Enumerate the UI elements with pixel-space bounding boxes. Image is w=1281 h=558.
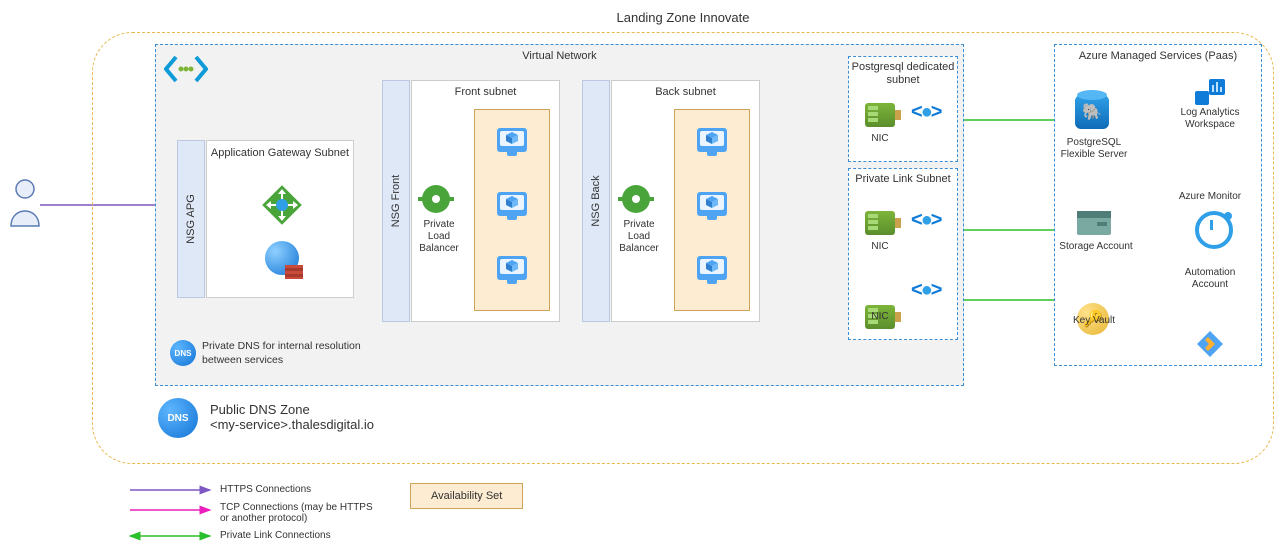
postgres-label: PostgreSQL Flexible Server: [1057, 137, 1131, 161]
dns-icon: DNS: [170, 340, 196, 366]
nsg-front-bar: NSG Front: [382, 80, 410, 322]
front-subnet-title: Front subnet: [412, 86, 559, 98]
front-plb-label: Private Load Balancer: [414, 219, 464, 255]
legend-tcp-label: TCP Connections (may be HTTPS or another…: [220, 502, 380, 524]
waf-icon: [265, 241, 299, 275]
vm-icon: [497, 192, 527, 216]
automation-label: Automation Account: [1167, 267, 1253, 291]
paas-title: Azure Managed Services (Paas): [1055, 50, 1261, 62]
log-analytics-icon: [1195, 79, 1225, 108]
legend-availability-set: Availability Set: [410, 483, 523, 509]
nsg-back-label: NSG Back: [590, 175, 602, 226]
postgres-icon: 🐘: [1075, 95, 1109, 129]
storage-label: Storage Account: [1053, 241, 1139, 253]
log-label: Log Analytics Workspace: [1167, 107, 1253, 131]
front-load-balancer-icon: [422, 185, 450, 213]
back-subnet-box: Back subnet Private Load Balancer: [611, 80, 760, 322]
automation-icon: [1195, 329, 1225, 359]
vm-icon: [697, 256, 727, 280]
public-dns-label: Public DNS Zone <my-service>.thalesdigit…: [210, 402, 374, 432]
nsg-apg-label: NSG APG: [185, 194, 197, 244]
private-endpoint-icon: <●>: [911, 279, 940, 302]
vm-icon: [497, 128, 527, 152]
private-dns-label: Private DNS for internal resolution betw…: [202, 340, 362, 367]
appgw-subnet-title: Application Gateway Subnet: [207, 147, 353, 160]
back-load-balancer-icon: [622, 185, 650, 213]
back-availability-set: [674, 109, 750, 311]
application-gateway-icon: [260, 183, 304, 230]
nsg-back-bar: NSG Back: [582, 80, 610, 322]
private-endpoint-icon: <●>: [911, 209, 940, 232]
appgw-subnet-box: Application Gateway Subnet: [206, 140, 354, 298]
nic-label: NIC: [855, 311, 905, 322]
vm-icon: [697, 192, 727, 216]
virtual-network-title: Virtual Network: [156, 50, 963, 62]
private-endpoint-icon: <●>: [911, 101, 940, 124]
nic-icon: [865, 103, 895, 127]
vnet-icon: [164, 55, 208, 86]
user-icon: [8, 178, 42, 228]
pg-subnet-title: Postgresql dedicated subnet: [849, 61, 957, 87]
dns-icon: DNS: [158, 398, 198, 438]
storage-icon: [1077, 211, 1111, 235]
legend-https-label: HTTPS Connections: [220, 484, 311, 495]
back-plb-label: Private Load Balancer: [614, 219, 664, 255]
nic-icon: [865, 211, 895, 235]
pg-subnet-box: Postgresql dedicated subnet <●> NIC: [848, 56, 958, 162]
front-availability-set: [474, 109, 550, 311]
monitor-label: Azure Monitor: [1167, 191, 1253, 203]
legend-pl-label: Private Link Connections: [220, 530, 331, 541]
front-subnet-box: Front subnet Private Load Balancer: [411, 80, 560, 322]
nic-label: NIC: [855, 133, 905, 144]
monitor-icon: [1195, 211, 1233, 249]
vm-icon: [697, 128, 727, 152]
privatelink-subnet-box: Private Link Subnet <●> NIC <●> NIC: [848, 168, 958, 340]
landing-zone-title: Landing Zone Innovate: [93, 10, 1273, 25]
keyvault-label: Key Vault: [1057, 315, 1131, 327]
paas-box: Azure Managed Services (Paas) 🐘 PostgreS…: [1054, 44, 1262, 366]
nsg-front-label: NSG Front: [390, 175, 402, 228]
back-subnet-title: Back subnet: [612, 86, 759, 98]
vm-icon: [497, 256, 527, 280]
nsg-apg-bar: NSG APG: [177, 140, 205, 298]
nic-label: NIC: [855, 241, 905, 252]
privatelink-subnet-title: Private Link Subnet: [849, 173, 957, 185]
